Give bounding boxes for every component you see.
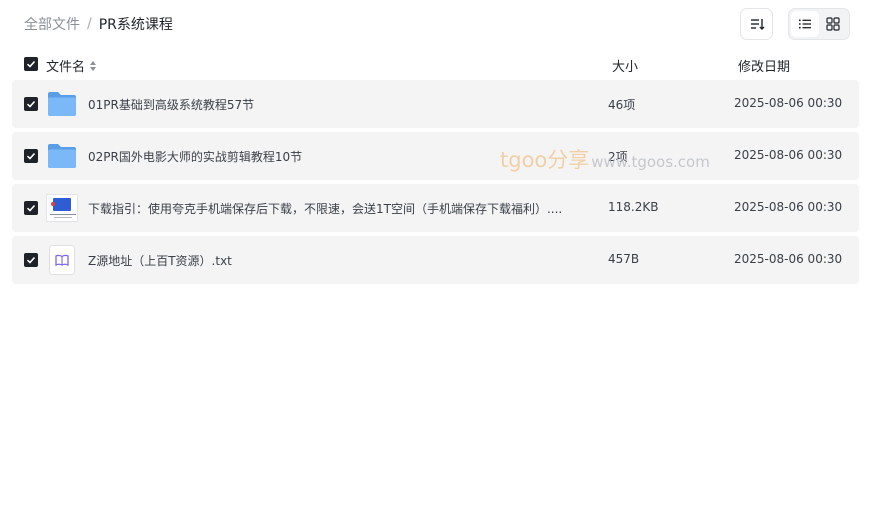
file-size: 457B	[608, 252, 640, 266]
breadcrumb-root-link[interactable]: 全部文件	[24, 14, 80, 34]
folder-icon	[46, 89, 78, 119]
file-name[interactable]: 02PR国外电影大师的实战剪辑教程10节	[88, 148, 302, 165]
folder-icon	[46, 141, 78, 171]
name-column-label: 文件名	[46, 60, 86, 75]
select-all-checkbox[interactable]	[24, 57, 38, 71]
top-bar: 全部文件 / PR系统课程	[0, 0, 874, 48]
image-thumbnail-icon	[46, 193, 78, 223]
table-header: 文件名 大小 修改日期	[12, 48, 859, 80]
view-toggle	[788, 8, 850, 40]
file-row[interactable]: 01PR基础到高级系统教程57节 46项 2025-08-06 00:30	[12, 80, 859, 128]
file-name[interactable]: Z源地址（上百T资源）.txt	[88, 252, 232, 269]
name-column-header[interactable]: 文件名	[46, 56, 97, 75]
grid-view-button[interactable]	[819, 11, 847, 37]
row-checkbox[interactable]	[24, 97, 38, 111]
date-column-header[interactable]: 修改日期	[738, 56, 790, 75]
file-row[interactable]: 下载指引：使用夸克手机端保存后下载，不限速，会送1T空间（手机端保存下载福利）.…	[12, 184, 859, 232]
file-list: 01PR基础到高级系统教程57节 46项 2025-08-06 00:30 02…	[12, 80, 859, 288]
file-size: 46项	[608, 98, 636, 112]
check-icon	[26, 100, 36, 108]
list-view-icon	[799, 19, 811, 29]
check-icon	[26, 152, 36, 160]
sort-arrows-icon	[90, 60, 97, 71]
sort-icon	[750, 19, 764, 30]
check-icon	[26, 60, 36, 68]
file-name[interactable]: 下载指引：使用夸克手机端保存后下载，不限速，会送1T空间（手机端保存下载福利）.…	[88, 200, 562, 217]
row-checkbox[interactable]	[24, 149, 38, 163]
sort-button[interactable]	[740, 8, 773, 40]
check-icon	[26, 204, 36, 212]
file-date: 2025-08-06 00:30	[734, 96, 843, 110]
size-column-header[interactable]: 大小	[612, 56, 638, 75]
row-checkbox[interactable]	[24, 201, 38, 215]
file-size: 118.2KB	[608, 200, 659, 214]
breadcrumb-separator: /	[87, 16, 92, 32]
breadcrumb-current: PR系统课程	[98, 17, 173, 33]
file-date: 2025-08-06 00:30	[734, 252, 843, 266]
file-date: 2025-08-06 00:30	[734, 200, 843, 214]
breadcrumb: 全部文件 / PR系统课程	[24, 14, 173, 34]
txt-file-icon	[46, 245, 78, 275]
file-date: 2025-08-06 00:30	[734, 148, 843, 162]
grid-view-icon	[826, 17, 840, 31]
file-row[interactable]: 02PR国外电影大师的实战剪辑教程10节 2项 2025-08-06 00:30	[12, 132, 859, 180]
file-size: 2项	[608, 150, 628, 164]
file-name[interactable]: 01PR基础到高级系统教程57节	[88, 96, 254, 113]
list-view-button[interactable]	[791, 11, 819, 37]
file-row[interactable]: Z源地址（上百T资源）.txt 457B 2025-08-06 00:30	[12, 236, 859, 284]
check-icon	[26, 256, 36, 264]
row-checkbox[interactable]	[24, 253, 38, 267]
